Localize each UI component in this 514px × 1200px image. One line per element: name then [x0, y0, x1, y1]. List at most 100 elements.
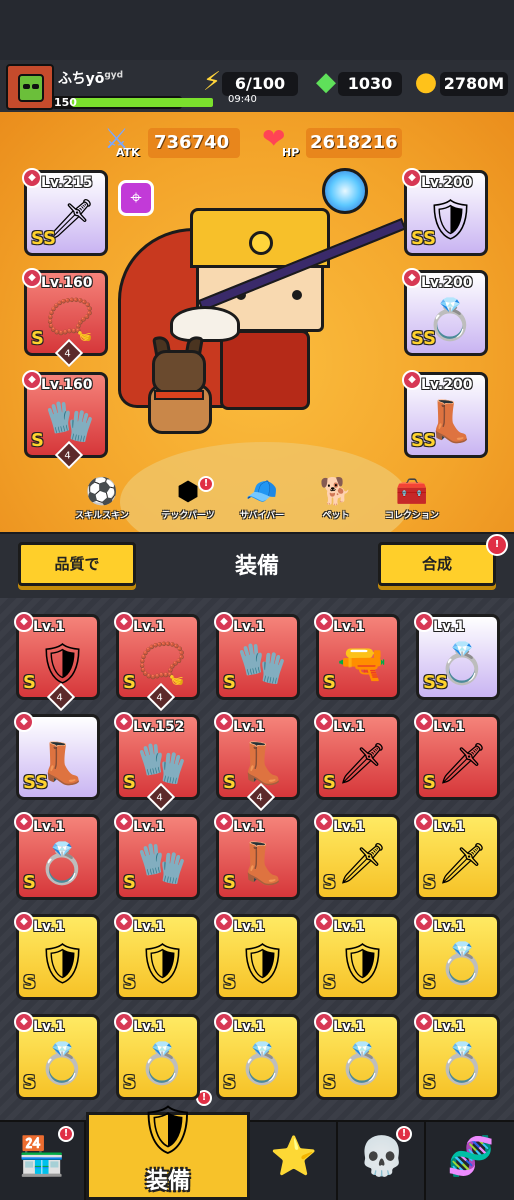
inventory-item[interactable]: ◆ Lv.1 🛡 S	[314, 912, 400, 1000]
item-rank: S	[23, 872, 36, 893]
equipped-slot-left[interactable]: ◆ Lv.215 🗡 SS	[22, 168, 108, 256]
slot-type-icon: ◆	[414, 612, 434, 632]
player-avatar[interactable]	[6, 64, 54, 110]
item-stars-count: 4	[64, 450, 71, 462]
gem-counter[interactable]: 1030	[338, 72, 402, 96]
menu-item-hexagon[interactable]: ⬢ テックパーツ	[148, 476, 228, 526]
gauntlet-icon: 🧤	[137, 841, 187, 887]
hp-label: HP	[282, 146, 300, 159]
inventory-item[interactable]: ◆ Lv.1 💍 S	[14, 1012, 100, 1100]
nav-dna[interactable]: 🧬	[428, 1122, 514, 1200]
armor-icon: 🛡	[337, 941, 388, 987]
item-level: Lv.1	[133, 819, 165, 835]
inventory-item[interactable]: ◆ Lv.1 🔫 S	[314, 612, 400, 700]
slot-type-icon: ◆	[314, 812, 334, 832]
menu-item-survivor[interactable]: 🧢 サバイバー	[222, 476, 302, 526]
item-rank: S	[423, 1072, 436, 1093]
inventory-item[interactable]: ◆ Lv.1 🛡 S	[214, 912, 300, 1000]
item-rank: S	[123, 772, 136, 793]
inventory-item[interactable]: ◆ Lv.1 🧤 S	[214, 612, 300, 700]
slot-type-icon: ◆	[414, 912, 434, 932]
dna-capsule-icon: 🧬	[447, 1134, 495, 1178]
item-level: Lv.1	[433, 1019, 465, 1035]
item-level: Lv.1	[233, 619, 265, 635]
item-level: Lv.1	[333, 619, 365, 635]
equipped-slot-left[interactable]: ◆ Lv.160 📿 S 4	[22, 268, 108, 368]
inventory-item[interactable]: ◆ Lv.1 💍 S	[414, 912, 500, 1000]
inventory-item[interactable]: ◆ Lv.1 💍 S	[414, 1012, 500, 1100]
ring-icon: 💍	[437, 1041, 487, 1087]
inventory-item[interactable]: ◆ Lv.1 🗡 S	[414, 812, 500, 900]
slot-type-icon: ◆	[402, 268, 422, 288]
boots-icon: 👢	[237, 841, 287, 887]
ring-icon: 💍	[337, 1041, 387, 1087]
slot-type-icon: ◆	[22, 370, 42, 390]
equipped-slot-right[interactable]: ◆ Lv.200 🛡 SS	[402, 168, 488, 256]
inventory-item[interactable]: ◆ Lv.1 🛡 S 4	[14, 612, 100, 712]
item-level: Lv.1	[433, 919, 465, 935]
device-status-bar	[0, 0, 514, 60]
inventory-item[interactable]: ◆ Lv.1 🗡 S	[314, 812, 400, 900]
nav-equipment[interactable]: 🛡 装備	[86, 1102, 250, 1200]
slot-type-icon: ◆	[414, 1012, 434, 1032]
armor-icon: 🛡	[137, 941, 188, 987]
inventory-item[interactable]: ◆ Lv.1 📿 S 4	[114, 612, 200, 712]
dog-icon: 🐕	[319, 477, 353, 507]
chest-icon: 🧰	[395, 477, 429, 507]
slot-type-icon: ◆	[214, 912, 234, 932]
necklace-icon: 📿	[45, 297, 95, 343]
item-stars-count: 4	[256, 792, 263, 804]
item-rank: S	[223, 972, 236, 993]
inventory-item[interactable]: ◆ 👢 SS	[14, 712, 100, 800]
merge-button[interactable]: 合成	[378, 542, 496, 586]
inventory-item[interactable]: ◆ Lv.1 👢 S 4	[214, 712, 300, 812]
item-level: Lv.1	[133, 1019, 165, 1035]
item-level: Lv.1	[33, 1019, 65, 1035]
item-rank: S	[423, 772, 436, 793]
sword-icon: 🗡	[437, 841, 488, 887]
ring-icon: 💍	[237, 1041, 287, 1087]
inventory-item[interactable]: ◆ Lv.152 🧤 S 4	[114, 712, 200, 812]
gauntlet-icon: 🧤	[137, 741, 187, 787]
ring-icon: 💍	[37, 1041, 87, 1087]
inventory-item[interactable]: ◆ Lv.1 💍 SS	[414, 612, 500, 700]
menu-item-label: テックパーツ	[161, 511, 215, 521]
pet-dog[interactable]	[142, 334, 218, 440]
target-icon[interactable]: ⌖	[118, 180, 154, 216]
shop-icon: 🏪	[18, 1134, 66, 1178]
menu-item-chest[interactable]: 🧰 コレクション	[372, 476, 452, 526]
nav-battle[interactable]: ⭐	[252, 1122, 338, 1200]
inventory-item[interactable]: ◆ Lv.1 🗡 S	[314, 712, 400, 800]
item-level: Lv.1	[333, 1019, 365, 1035]
inventory-item[interactable]: ◆ Lv.1 🗡 S	[414, 712, 500, 800]
item-level: Lv.1	[33, 619, 65, 635]
item-rank: S	[23, 972, 36, 993]
equipped-slot-right[interactable]: ◆ Lv.200 👢 SS	[402, 370, 488, 458]
hero-hand	[170, 306, 240, 342]
slot-type-icon: ◆	[314, 612, 334, 632]
inventory-item[interactable]: ◆ Lv.1 💍 S	[14, 812, 100, 900]
energy-counter[interactable]: 6/100	[222, 72, 298, 96]
slot-type-icon: ◆	[314, 1012, 334, 1032]
sword-icon: 🗡	[337, 841, 388, 887]
sword-icon: 🗡	[337, 741, 388, 787]
inventory-item[interactable]: ◆ Lv.1 💍 S	[214, 1012, 300, 1100]
equipped-slot-right[interactable]: ◆ Lv.200 💍 SS	[402, 268, 488, 356]
item-rank: SS	[23, 772, 49, 793]
slot-type-icon: ◆	[214, 1012, 234, 1032]
inventory-item[interactable]: ◆ Lv.1 💍 S	[314, 1012, 400, 1100]
menu-item-dog[interactable]: 🐕 ペット	[296, 476, 376, 526]
nav-skull[interactable]: 💀	[340, 1122, 426, 1200]
slot-type-icon: ◆	[314, 912, 334, 932]
inventory-item[interactable]: ◆ Lv.1 🛡 S	[114, 912, 200, 1000]
inventory-item[interactable]: ◆ Lv.1 👢 S	[214, 812, 300, 900]
inventory-item[interactable]: ◆ Lv.1 🛡 S	[14, 912, 100, 1000]
equipped-slot-left[interactable]: ◆ Lv.160 🧤 S 4	[22, 370, 108, 470]
slot-type-icon: ◆	[402, 168, 422, 188]
item-level: Lv.1	[33, 819, 65, 835]
menu-item-soccer-ball[interactable]: ⚽ スキルスキン	[62, 476, 142, 526]
coin-counter[interactable]: 2780M	[440, 72, 508, 96]
inventory-item[interactable]: ◆ Lv.1 💍 S	[114, 1012, 200, 1100]
item-rank: S	[423, 872, 436, 893]
inventory-item[interactable]: ◆ Lv.1 🧤 S	[114, 812, 200, 900]
